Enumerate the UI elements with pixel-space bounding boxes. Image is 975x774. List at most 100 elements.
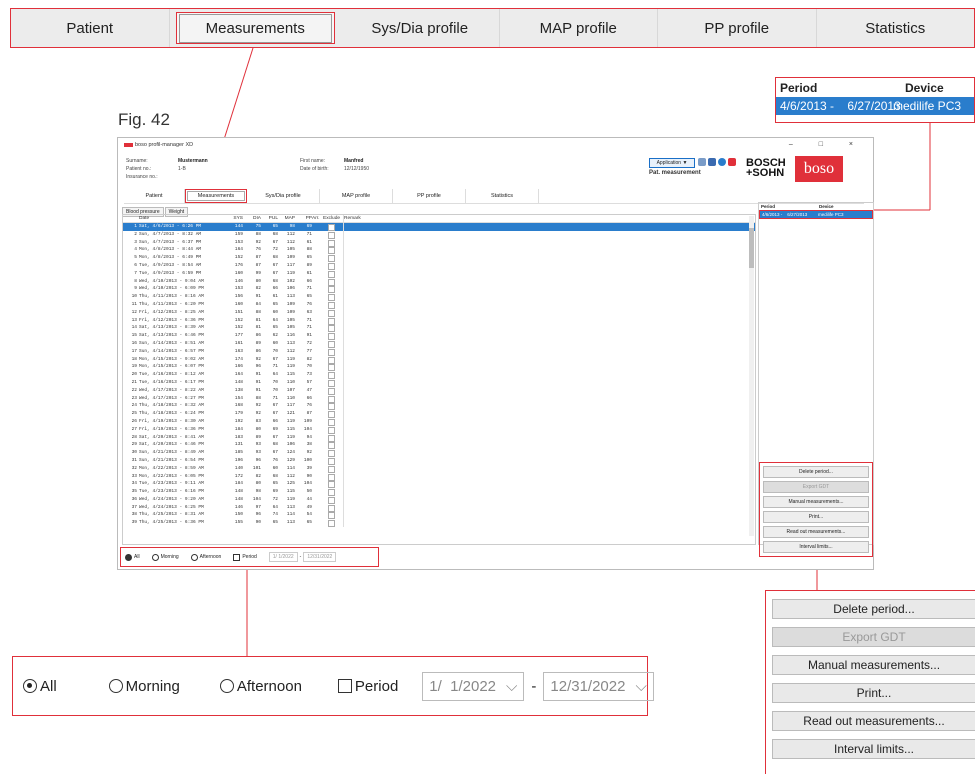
table-row[interactable]: 15 Sat, 4/13/2013 - 6:46 PM 177 86 62 116 91 [123,332,755,341]
remark-cell[interactable] [343,261,755,270]
zoom-from-date-picker[interactable]: 1/ 1/2022 ⌵ [422,671,525,701]
table-row[interactable]: 8 Wed, 4/10/2013 - 9:04 AM 146 80 68 102 66 [123,277,755,286]
table-row[interactable]: 1 Sat, 4/6/2013 - 6:26 PM 144 75 65 98 69 [123,223,755,231]
col-sys[interactable]: SYS [229,215,243,222]
table-row[interactable]: 36 Wed, 4/24/2013 - 9:20 AM 148 104 72 119 44 [123,495,755,504]
table-row[interactable]: 30 Sun, 4/21/2013 - 8:49 AM 185 93 67 124 92 [123,449,755,458]
remark-cell[interactable] [343,410,755,418]
table-row[interactable]: 2 Sun, 4/7/2013 - 8:32 AM 159 88 68 112 71 [123,230,755,239]
from-date-picker[interactable]: 1/ 1/2022 [268,552,298,562]
table-row[interactable]: 32 Mon, 4/22/2013 - 8:59 AM 140 101 60 114 39 [123,464,755,473]
remark-cell[interactable] [343,308,755,317]
remark-cell[interactable] [343,269,755,278]
zoom-period-checkbox[interactable]: Period [337,678,398,695]
remark-cell[interactable] [343,425,755,434]
remark-cell[interactable] [343,277,755,286]
manual-measurements-button[interactable]: Manual measurements... [763,496,869,508]
zoom-tab-statistics[interactable]: Statistics [817,9,975,47]
remark-cell[interactable] [343,456,755,465]
remark-cell[interactable] [343,339,755,348]
radio-morning[interactable]: Morning [151,553,179,561]
zoom-interval-limits-button[interactable]: Interval limits... [772,739,975,759]
remark-cell[interactable] [343,300,755,309]
remark-cell[interactable] [343,519,755,528]
table-row[interactable]: 35 Tue, 4/23/2013 - 6:16 PM 148 98 69 115 50 [123,488,755,497]
col-remark[interactable]: Remark [343,215,755,222]
table-row[interactable]: 34 Tue, 4/23/2013 - 9:11 AM 184 80 65 125 104 [123,480,755,489]
col-pp[interactable]: PP [295,215,312,222]
exit-icon[interactable] [728,158,736,166]
remark-cell[interactable] [343,433,755,442]
table-row[interactable]: 27 Fri, 4/19/2013 - 6:36 PM 184 80 69 115 104 [123,425,755,434]
table-scrollbar[interactable] [749,216,754,536]
zoom-manual-measurements-button[interactable]: Manual measurements... [772,655,975,675]
table-row[interactable]: 11 Thu, 4/11/2013 - 6:20 PM 160 84 65 109 76 [123,300,755,309]
col-dia[interactable]: DIA [243,215,261,222]
tab-measurements[interactable]: Measurements [185,189,247,203]
table-row[interactable]: 4 Mon, 4/8/2013 - 8:44 AM 164 76 72 105 88 [123,246,755,255]
zoom-to-date-picker[interactable]: 12/31/2022 ⌵ [543,671,654,701]
remark-cell[interactable] [343,386,755,395]
remark-cell[interactable] [343,378,755,387]
table-row[interactable]: 17 Sun, 4/14/2013 - 6:57 PM 163 86 70 112 77 [123,347,755,356]
read-out-button[interactable]: Read out measurements... [763,526,869,538]
zoom-radio-morning[interactable]: Morning [108,678,180,695]
remark-cell[interactable] [343,230,755,239]
col-arr[interactable]: Arr. [312,215,323,222]
tab-statistics[interactable]: Statistics [466,189,539,203]
table-row[interactable]: 9 Wed, 4/10/2013 - 6:09 PM 153 82 66 106 71 [123,285,755,294]
export-icon[interactable] [698,158,706,166]
zoom-export-gdt-button[interactable]: Export GDT [772,627,975,647]
tab-sys-dia[interactable]: Sys/Dia profile [247,189,320,203]
table-row[interactable]: 13 Fri, 4/12/2013 - 6:36 PM 152 81 64 105 71 [123,316,755,325]
period-row[interactable]: 4/6/2013 - 6/27/2013 medilife PC3 [759,210,873,219]
remark-cell[interactable] [343,402,755,411]
window-controls[interactable]: – □ × [789,141,865,148]
table-row[interactable]: 38 Thu, 4/25/2013 - 8:31 AM 150 96 74 114 54 [123,511,755,520]
remark-cell[interactable] [343,293,755,301]
table-row[interactable]: 18 Mon, 4/15/2013 - 9:02 AM 174 92 67 119 82 [123,355,755,364]
remark-cell[interactable] [343,332,755,340]
application-button[interactable]: Application ▼ [649,158,695,168]
remark-cell[interactable] [343,472,755,481]
interval-limits-button[interactable]: Interval limits... [763,541,869,553]
settings-icon[interactable] [708,158,716,166]
remark-cell[interactable] [343,480,755,489]
zoom-tab-map[interactable]: MAP profile [500,9,658,47]
to-date-picker[interactable]: 12/31/2022 [303,552,337,562]
remark-cell[interactable] [343,449,755,457]
table-row[interactable]: 10 Thu, 4/11/2013 - 8:16 AM 156 91 61 113 65 [123,293,755,302]
table-row[interactable]: 5 Mon, 4/8/2013 - 6:49 PM 152 87 68 109 65 [123,254,755,263]
zoom-tab-patient[interactable]: Patient [11,9,170,47]
table-row[interactable]: 21 Tue, 4/16/2013 - 6:17 PM 148 91 70 110 57 [123,378,755,387]
table-row[interactable]: 16 Sun, 4/14/2013 - 8:51 AM 161 89 60 113 72 [123,339,755,348]
remark-cell[interactable] [343,511,755,520]
remark-cell[interactable] [343,495,755,504]
zoom-delete-period-button[interactable]: Delete period... [772,599,975,619]
zoom-radio-afternoon[interactable]: Afternoon [219,678,302,695]
tab-patient[interactable]: Patient [124,189,185,203]
table-row[interactable]: 31 Sun, 4/21/2013 - 6:54 PM 196 96 76 129 100 [123,456,755,465]
zoom-period-row[interactable]: 4/6/2013 - 6/27/2013 medilife PC3 [776,97,974,115]
remark-cell[interactable] [343,246,755,255]
table-row[interactable]: 28 Sat, 4/20/2013 - 8:41 AM 183 89 67 119 94 [123,433,755,442]
col-exclude[interactable]: Exclude [323,215,343,222]
zoom-print-button[interactable]: Print... [772,683,975,703]
table-row[interactable]: 12 Fri, 4/12/2013 - 8:25 AM 151 88 60 109 63 [123,308,755,317]
table-row[interactable]: 7 Tue, 4/9/2013 - 6:59 PM 160 99 67 119 61 [123,269,755,278]
remark-cell[interactable] [343,285,755,294]
remark-cell[interactable] [343,503,755,512]
table-row[interactable]: 37 Wed, 4/24/2013 - 6:25 PM 146 97 64 113 49 [123,503,755,512]
zoom-tab-measurements[interactable]: Measurements [175,12,335,44]
remark-cell[interactable] [343,394,755,403]
remark-cell[interactable] [343,324,755,333]
col-pul[interactable]: PUL [261,215,278,222]
zoom-radio-all[interactable]: All [23,678,57,695]
zoom-read-out-button[interactable]: Read out measurements... [772,711,975,731]
col-date[interactable]: Date [137,215,229,222]
table-row[interactable]: 25 Thu, 4/18/2013 - 6:24 PM 179 92 67 121 87 [123,410,755,419]
remark-cell[interactable] [343,254,755,262]
table-row[interactable]: 20 Tue, 4/16/2013 - 8:12 AM 164 91 64 115 73 [123,371,755,380]
delete-period-button[interactable]: Delete period... [763,466,869,478]
remark-cell[interactable] [343,488,755,496]
